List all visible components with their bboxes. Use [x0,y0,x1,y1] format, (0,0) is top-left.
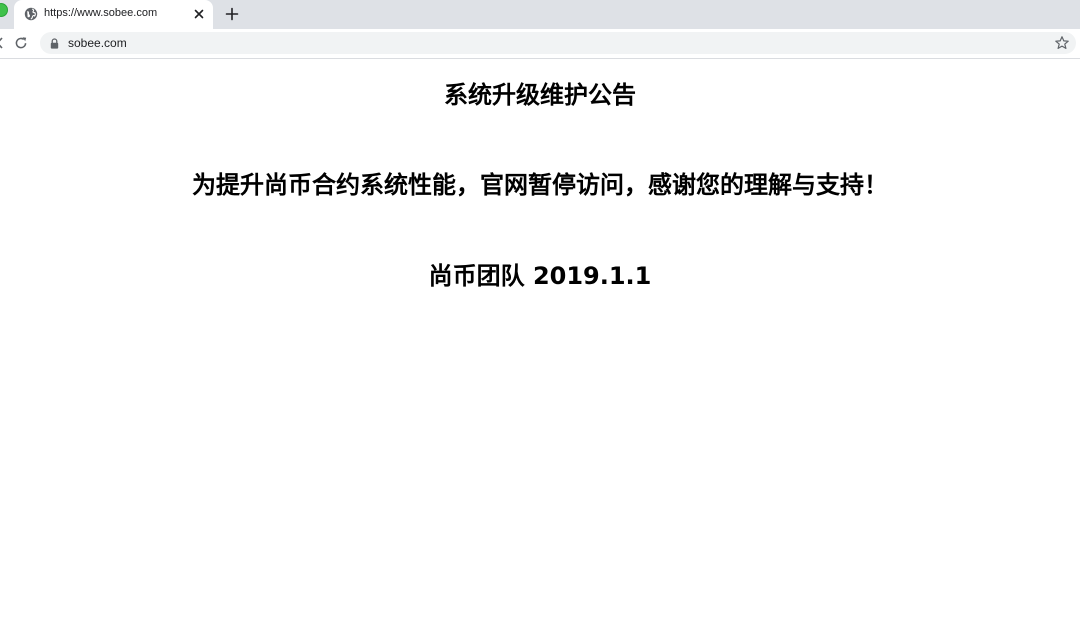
new-tab-plus-icon[interactable] [224,6,240,22]
team-signature-date: 尚币团队 2019.1.1 [428,262,652,290]
reload-icon[interactable] [14,36,28,50]
globe-icon [24,7,38,21]
back-arrow-icon[interactable] [0,37,4,49]
browser-tab-strip: https://www.sobee.com [0,0,1080,29]
maintenance-message: 为提升尚币合约系统性能，官网暂停访问，感谢您的理解与支持！ [192,171,888,199]
browser-toolbar: sobee.com [0,29,1080,59]
bookmark-star-icon[interactable] [1054,35,1070,51]
close-icon[interactable] [192,7,206,21]
browser-tab-active[interactable]: https://www.sobee.com [14,0,213,29]
window-maximize-button[interactable] [0,3,8,17]
address-bar[interactable]: sobee.com [40,32,1076,54]
tab-title: https://www.sobee.com [44,7,158,19]
lock-icon[interactable] [50,38,59,49]
url-text[interactable]: sobee.com [68,36,127,50]
page-content: 系统升级维护公告 为提升尚币合约系统性能，官网暂停访问，感谢您的理解与支持！ 尚… [0,59,1080,625]
maintenance-heading: 系统升级维护公告 [444,81,636,109]
